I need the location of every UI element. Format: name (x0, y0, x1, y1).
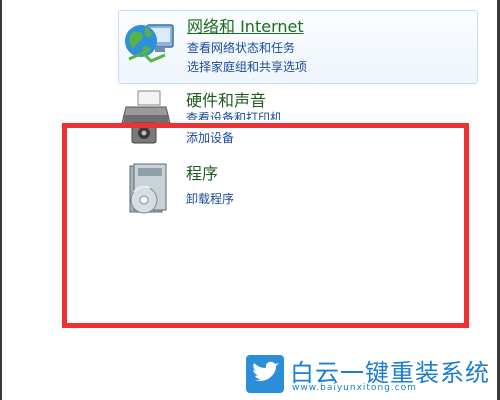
twitter-bird-icon (246, 355, 284, 393)
category-title[interactable]: 硬件和声音 (186, 87, 266, 111)
watermark-url: www.baiyunxitong.com (292, 383, 417, 393)
highlight-annotation-box (62, 123, 469, 328)
window-frame-left (0, 0, 2, 400)
link-view-network-status[interactable]: 查看网络状态和任务 (187, 39, 295, 56)
category-title[interactable]: 网络和 Internet (187, 13, 304, 37)
watermark: 白云一键重装系统 www.baiyunxitong.com (246, 355, 491, 395)
globe-network-icon (121, 15, 177, 71)
category-network-internet[interactable]: 网络和 Internet 查看网络状态和任务 选择家庭组和共享选项 (118, 10, 478, 84)
link-homegroup-sharing[interactable]: 选择家庭组和共享选项 (187, 58, 307, 75)
